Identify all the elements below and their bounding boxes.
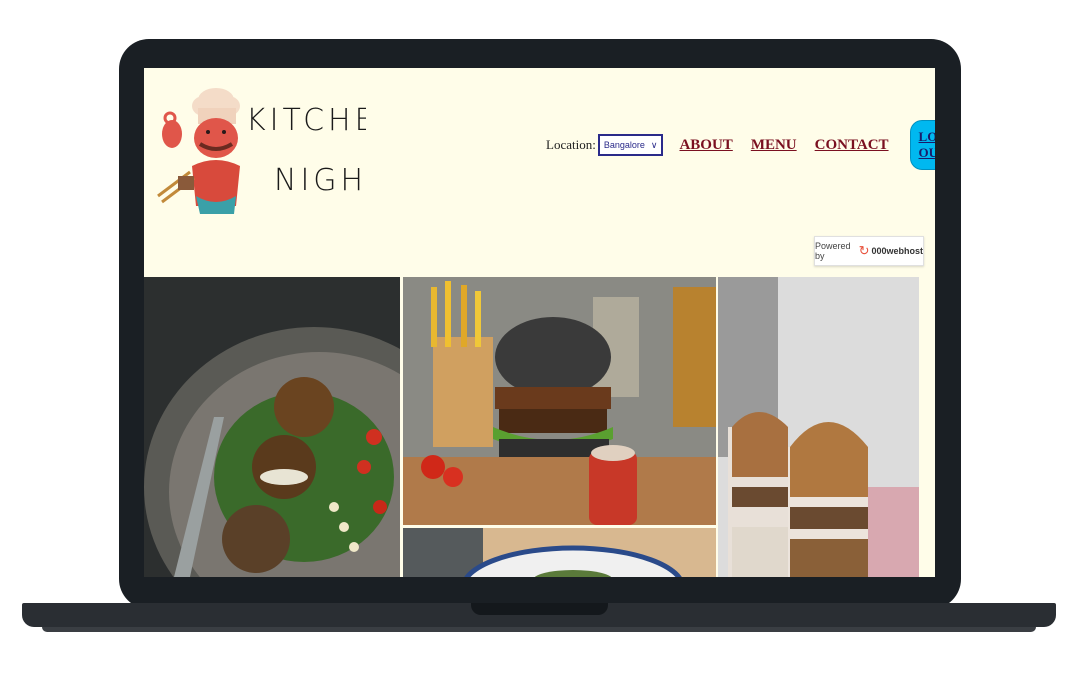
location-label: Location:	[546, 137, 596, 152]
burger-fries-image	[403, 277, 716, 525]
website-screen: KITCHEN NIGHT Location: Bangalore ∨ ABOU…	[144, 68, 935, 577]
logo-line1: KITCHEN	[246, 103, 366, 138]
location-selected-value: Bangalore	[603, 140, 645, 150]
logo-line2: NIGHT	[274, 163, 366, 198]
powered-prefix: Powered by	[815, 241, 851, 261]
food-gallery	[144, 277, 935, 577]
laptop-notch	[471, 603, 608, 615]
location-select[interactable]: Bangalore ∨	[597, 134, 664, 156]
nut-parfait-image	[718, 277, 919, 577]
nav-contact-link[interactable]: CONTACT	[815, 137, 889, 154]
powered-brand: 000webhost	[871, 246, 923, 256]
webhost-swirl-icon: ↻	[858, 243, 870, 258]
nav-menu-link[interactable]: MENU	[751, 137, 797, 154]
nav-about-link[interactable]: ABOUT	[679, 137, 732, 154]
top-nav: Location: Bangalore ∨ ABOUT MENU CONTACT…	[546, 120, 935, 170]
falafel-salad-image	[144, 277, 400, 577]
chevron-down-icon: ∨	[650, 139, 658, 150]
chef-mascot-icon: KITCHEN NIGHT	[157, 88, 366, 214]
laptop-base-shadow	[42, 627, 1036, 632]
powered-by-badge[interactable]: Powered by ↻ 000webhost	[814, 236, 924, 266]
bowl-image	[403, 528, 716, 577]
kitchen-night-logo[interactable]: KITCHEN NIGHT	[156, 78, 366, 218]
logout-button[interactable]: LOG OUT	[909, 120, 935, 170]
